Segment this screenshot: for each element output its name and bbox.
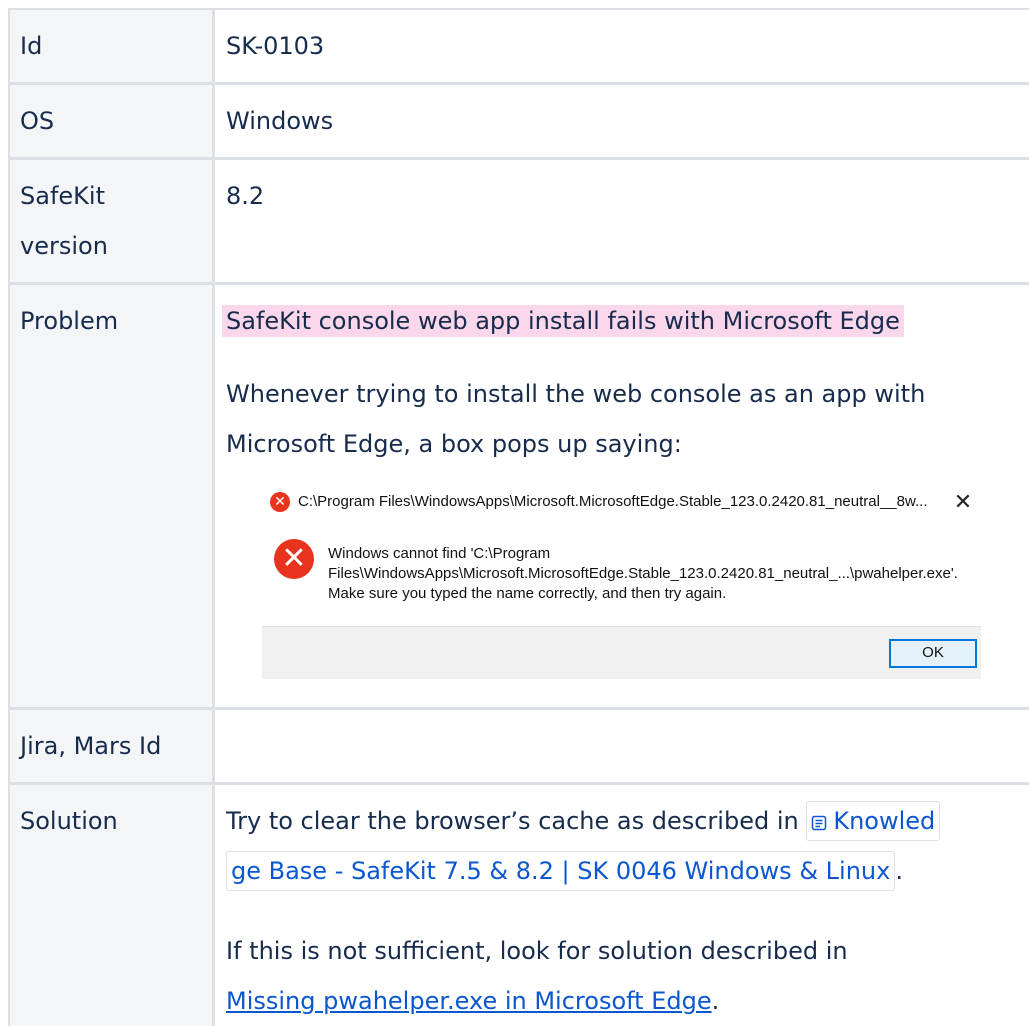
solution-line2: ge Base - SafeKit 7.5 & 8.2 | SK 0046 Wi… [226,846,903,896]
problem-desc-line1: Whenever trying to install the web conso… [226,380,926,408]
ok-button[interactable]: OK [889,639,977,668]
dialog-message: Windows cannot find 'C:\Program Files\Wi… [328,544,958,604]
info-table: Id SK-0103 OS Windows SafeKit version 8.… [8,8,1029,1026]
solution-line3: If this is not sufficient, look for solu… [226,937,848,965]
error-icon: ✕ [270,492,290,512]
solution-line1: Try to clear the browser’s cache as desc… [226,796,941,846]
row-label-problem: Problem [20,307,119,335]
kb-link-part1[interactable]: Knowled [806,801,941,841]
kb-link-text-part1: Knowled [833,807,936,835]
table-row-os: OS Windows [8,85,1029,160]
solution-link-suffix: . [711,987,720,1015]
table-row-version: SafeKit version 8.2 [8,160,1029,285]
solution-prefix: Try to clear the browser’s cache as desc… [226,807,807,835]
row-value-os: Windows [226,107,334,135]
row-label-solution: Solution [20,807,118,835]
row-label-id: Id [20,32,43,60]
table-left-border [8,8,10,1026]
dialog-message-line2: Files\WindowsApps\Microsoft.MicrosoftEdg… [328,565,958,582]
table-row-id: Id SK-0103 [8,10,1029,85]
row-value-id: SK-0103 [226,32,325,60]
error-dialog-screenshot: ✕ C:\Program Files\WindowsApps\Microsoft… [254,476,981,679]
row-label-os: OS [20,107,55,135]
row-header-cell [10,285,212,710]
column-divider [212,8,215,1026]
table-row-jira: Jira, Mars Id [8,710,1029,785]
kb-link-part2[interactable]: ge Base - SafeKit 7.5 & 8.2 | SK 0046 Wi… [226,851,896,891]
close-icon[interactable]: ✕ [945,488,981,518]
solution-line4: Missing pwahelper.exe in Microsoft Edge. [226,976,719,1026]
table-row-solution: Solution Try to clear the browser’s cach… [8,785,1029,1026]
solution-line2-suffix: . [895,857,903,885]
dialog-message-line3: Make sure you typed the name correctly, … [328,585,727,602]
error-icon: ✕ [274,539,314,579]
problem-title: SafeKit console web app install fails wi… [222,296,904,346]
problem-highlight: SafeKit console web app install fails wi… [222,305,904,337]
dialog-footer: OK [262,626,981,679]
dialog-message-line1: Windows cannot find 'C:\Program [328,545,551,562]
row-label-version-line2: version [20,232,108,260]
problem-desc-line2: Microsoft Edge, a box pops up saying: [226,430,682,458]
row-label-version-line1: SafeKit [20,182,105,210]
page-icon [812,815,827,831]
pwahelper-link[interactable]: Missing pwahelper.exe in Microsoft Edge [226,987,712,1015]
row-value-version: 8.2 [226,182,265,210]
dialog-title: C:\Program Files\WindowsApps\Microsoft.M… [298,493,928,510]
row-label-jira: Jira, Mars Id [20,732,162,760]
dialog-titlebar: ✕ C:\Program Files\WindowsApps\Microsoft… [262,488,981,516]
